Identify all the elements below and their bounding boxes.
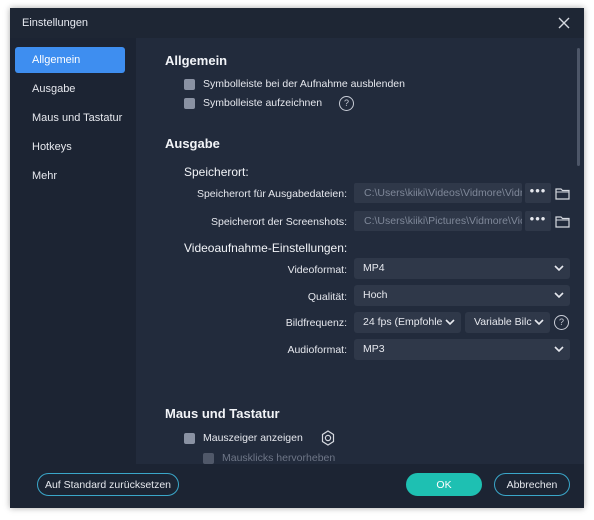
chevron-down-icon	[554, 346, 564, 353]
quality-label: Qualität:	[307, 291, 347, 303]
browse-screenshots-button[interactable]: •••	[525, 211, 551, 231]
sidebar: Allgemein Ausgabe Maus und Tastatur Hotk…	[10, 38, 136, 464]
highlight-clicks-checkbox[interactable]	[203, 453, 214, 464]
show-cursor-label: Mauszeiger anzeigen	[203, 432, 303, 444]
reset-defaults-button[interactable]: Auf Standard zurücksetzen	[37, 473, 179, 496]
video-format-label: Videoformat:	[287, 264, 347, 276]
storage-heading: Speicherort:	[184, 165, 249, 179]
section-heading-ausgabe: Ausgabe	[165, 136, 220, 151]
chevron-down-icon	[554, 292, 564, 299]
ok-button[interactable]: OK	[406, 473, 482, 496]
chevron-down-icon	[534, 319, 544, 326]
output-files-label: Speicherort für Ausgabedateien:	[196, 188, 347, 200]
record-toolbar-checkbox[interactable]	[184, 98, 195, 109]
screenshots-label: Speicherort der Screenshots:	[211, 216, 347, 228]
title-bar: Einstellungen	[10, 8, 584, 38]
sidebar-item-mehr[interactable]: Mehr	[15, 163, 125, 189]
bitrate-select[interactable]: Variable Bilc	[465, 312, 550, 333]
screenshots-path-field[interactable]: C:\Users\kiiki\Pictures\Vidmore\Vic	[354, 211, 522, 231]
gear-icon[interactable]	[320, 430, 336, 446]
folder-icon[interactable]	[555, 187, 570, 200]
close-icon[interactable]	[556, 15, 572, 31]
section-heading-allgemein: Allgemein	[165, 53, 228, 68]
scrollbar[interactable]	[577, 48, 580, 166]
sidebar-item-allgemein[interactable]: Allgemein	[15, 47, 125, 73]
section-heading-maus-und-tastatur: Maus und Tastatur	[165, 406, 280, 421]
quality-value: Hoch	[363, 289, 388, 301]
help-icon[interactable]: ?	[554, 315, 569, 330]
browse-output-button[interactable]: •••	[525, 183, 551, 203]
help-icon[interactable]: ?	[339, 96, 354, 111]
audio-format-select[interactable]: MP3	[354, 339, 570, 360]
framerate-select[interactable]: 24 fps (Empfohle	[354, 312, 461, 333]
framerate-label: Bildfrequenz:	[285, 317, 347, 329]
window-title: Einstellungen	[22, 17, 89, 29]
audio-format-value: MP3	[363, 343, 385, 355]
hide-toolbar-checkbox[interactable]	[184, 79, 195, 90]
video-format-value: MP4	[363, 262, 385, 274]
sidebar-item-hotkeys[interactable]: Hotkeys	[15, 134, 125, 160]
audio-format-label: Audioformat:	[287, 344, 347, 356]
settings-window: Einstellungen Allgemein Ausgabe Maus und…	[10, 8, 584, 508]
show-cursor-checkbox[interactable]	[184, 433, 195, 444]
chevron-down-icon	[554, 265, 564, 272]
sidebar-item-ausgabe[interactable]: Ausgabe	[15, 76, 125, 102]
bitrate-value: Variable Bilc	[474, 316, 532, 328]
framerate-value: 24 fps (Empfohle	[363, 316, 443, 328]
record-toolbar-label: Symbolleiste aufzeichnen	[203, 97, 323, 109]
settings-content: Allgemein Symbolleiste bei der Aufnahme …	[136, 38, 584, 464]
quality-select[interactable]: Hoch	[354, 285, 570, 306]
hide-toolbar-label: Symbolleiste bei der Aufnahme ausblenden	[203, 78, 405, 90]
dialog-footer: Auf Standard zurücksetzen OK Abbrechen	[10, 464, 584, 508]
output-files-path-field[interactable]: C:\Users\kiiki\Videos\Vidmore\Vidm	[354, 183, 522, 203]
chevron-down-icon	[445, 319, 455, 326]
video-settings-heading: Videoaufnahme-Einstellungen:	[184, 241, 348, 255]
video-format-select[interactable]: MP4	[354, 258, 570, 279]
cancel-button[interactable]: Abbrechen	[494, 473, 570, 496]
sidebar-item-maus-und-tastatur[interactable]: Maus und Tastatur	[15, 105, 125, 131]
highlight-clicks-label: Mausklicks hervorheben	[222, 452, 336, 464]
folder-icon[interactable]	[555, 215, 570, 228]
